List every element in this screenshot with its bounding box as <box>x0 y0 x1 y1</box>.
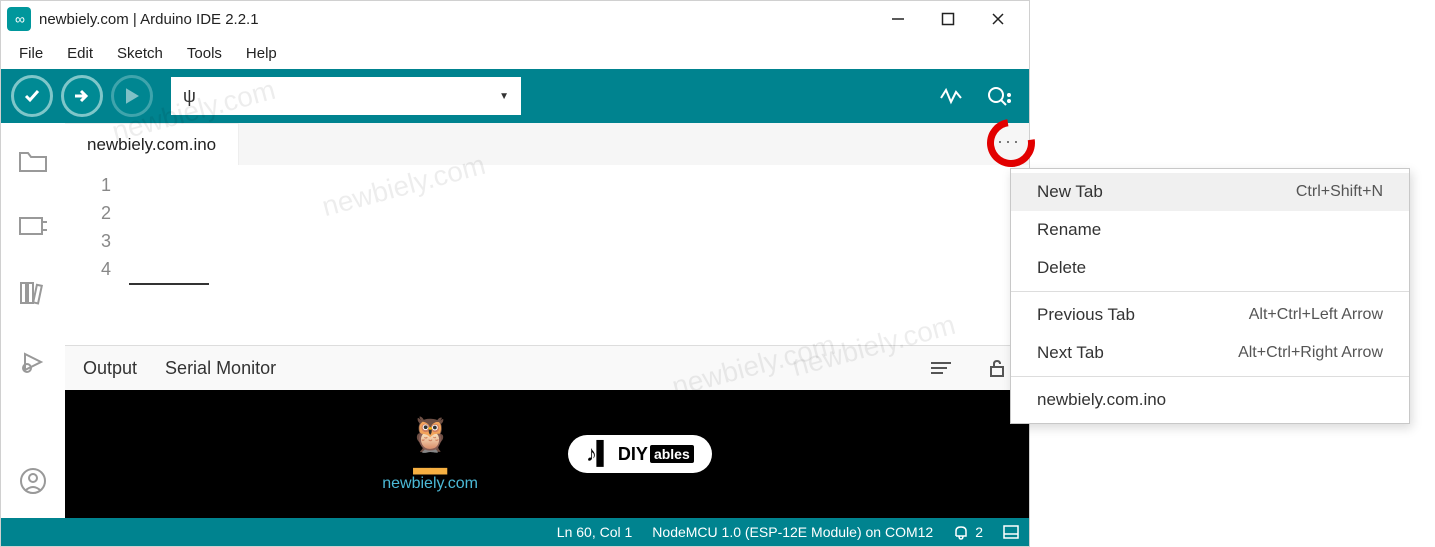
menu-edit[interactable]: Edit <box>57 41 103 66</box>
serial-monitor-button[interactable] <box>979 76 1019 116</box>
maximize-button[interactable] <box>923 1 973 37</box>
menu-file-entry[interactable]: newbiely.com.ino <box>1011 381 1409 419</box>
window-title: newbiely.com | Arduino IDE 2.2.1 <box>39 11 873 28</box>
debug-button[interactable] <box>111 75 153 117</box>
debug-icon[interactable] <box>19 348 47 381</box>
panel-lock-icon[interactable] <box>983 354 1011 382</box>
menu-delete[interactable]: Delete <box>1011 249 1409 287</box>
chevron-down-icon: ▼ <box>499 91 509 102</box>
close-panel-button[interactable] <box>1003 525 1019 539</box>
titlebar: ∞ newbiely.com | Arduino IDE 2.2.1 <box>1 1 1029 37</box>
cursor-position[interactable]: Ln 60, Col 1 <box>557 524 633 540</box>
code-content[interactable] <box>129 165 1029 345</box>
newbiely-logo: 🦉 ▂▂ newbiely.com <box>382 415 478 493</box>
editor-tab[interactable]: newbiely.com.ino <box>65 123 239 165</box>
menu-sketch[interactable]: Sketch <box>107 41 173 66</box>
sketchbook-icon[interactable] <box>18 147 48 178</box>
menu-separator <box>1011 291 1409 292</box>
library-manager-icon[interactable] <box>19 279 47 312</box>
output-panel: 🦉 ▂▂ newbiely.com ♪▍DIYables <box>65 390 1029 518</box>
minimize-button[interactable] <box>873 1 923 37</box>
main-area: newbiely.com.ino ··· 1 2 3 4 Output Ser <box>1 123 1029 518</box>
editor-area: newbiely.com.ino ··· 1 2 3 4 Output Ser <box>65 123 1029 518</box>
output-tab[interactable]: Output <box>83 358 137 379</box>
upload-button[interactable] <box>61 75 103 117</box>
code-editor[interactable]: 1 2 3 4 <box>65 165 1029 345</box>
notifications-button[interactable]: 2 <box>953 524 983 540</box>
bottom-panels: Output Serial Monitor 🦉 ▂▂ newbiely.com … <box>65 345 1029 518</box>
activity-bar <box>1 123 65 518</box>
menu-help[interactable]: Help <box>236 41 287 66</box>
menu-rename[interactable]: Rename <box>1011 211 1409 249</box>
status-bar: Ln 60, Col 1 NodeMCU 1.0 (ESP-12E Module… <box>1 518 1029 546</box>
menubar: File Edit Sketch Tools Help <box>1 37 1029 69</box>
menu-new-tab[interactable]: New TabCtrl+Shift+N <box>1011 173 1409 211</box>
account-icon[interactable] <box>19 467 47 500</box>
tab-strip: newbiely.com.ino ··· <box>65 123 1029 165</box>
menu-next-tab[interactable]: Next TabAlt+Ctrl+Right Arrow <box>1011 334 1409 372</box>
board-info[interactable]: NodeMCU 1.0 (ESP-12E Module) on COM12 <box>652 524 933 540</box>
line-gutter: 1 2 3 4 <box>65 165 129 345</box>
serial-monitor-tab[interactable]: Serial Monitor <box>165 358 276 379</box>
app-icon: ∞ <box>7 7 31 31</box>
verify-button[interactable] <box>11 75 53 117</box>
serial-plotter-button[interactable] <box>931 76 971 116</box>
app-window: ∞ newbiely.com | Arduino IDE 2.2.1 File … <box>0 0 1030 547</box>
usb-icon: ψ <box>183 86 196 107</box>
menu-tools[interactable]: Tools <box>177 41 232 66</box>
menu-previous-tab[interactable]: Previous TabAlt+Ctrl+Left Arrow <box>1011 296 1409 334</box>
diyables-logo: ♪▍DIYables <box>568 435 712 473</box>
close-button[interactable] <box>973 1 1023 37</box>
menu-file[interactable]: File <box>9 41 53 66</box>
boards-manager-icon[interactable] <box>18 214 48 243</box>
toolbar: ψ ▼ <box>1 69 1029 123</box>
board-selector[interactable]: ψ ▼ <box>171 77 521 115</box>
tab-context-menu: New TabCtrl+Shift+N Rename Delete Previo… <box>1010 168 1410 424</box>
panel-options-icon[interactable] <box>927 354 955 382</box>
menu-separator <box>1011 376 1409 377</box>
